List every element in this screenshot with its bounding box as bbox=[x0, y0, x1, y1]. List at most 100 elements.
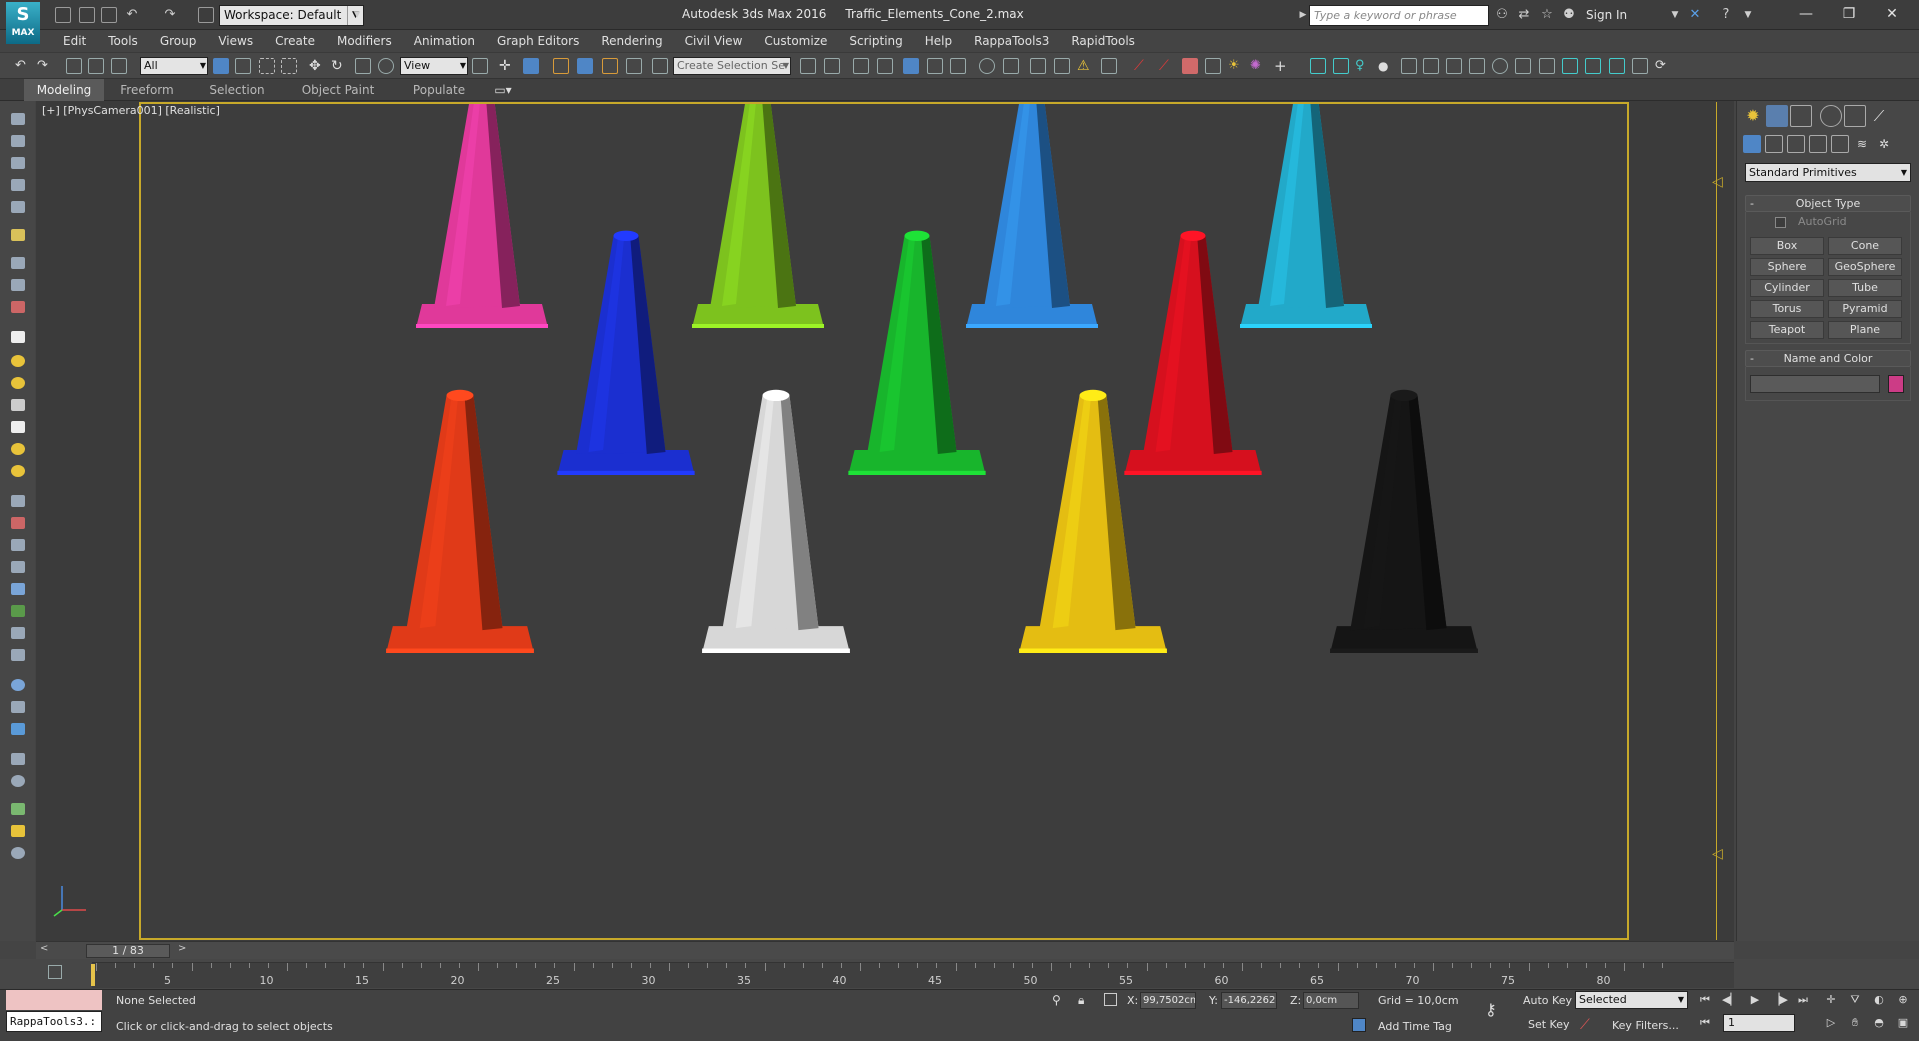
toggle-ribbon-icon[interactable] bbox=[877, 58, 893, 74]
time-next-icon[interactable]: > bbox=[178, 943, 186, 954]
helpers-icon[interactable] bbox=[1831, 135, 1849, 153]
key-mode-dropdown[interactable]: Selected ▼ bbox=[1575, 991, 1688, 1009]
traffic-cone[interactable] bbox=[386, 389, 534, 653]
box-button[interactable]: Box bbox=[1750, 237, 1824, 255]
rapid-tool-8-icon[interactable] bbox=[1469, 58, 1485, 74]
z-coordinate-field[interactable]: 0,0cm bbox=[1303, 992, 1359, 1009]
rotate-icon[interactable]: ↻ bbox=[331, 58, 347, 74]
shapes-icon[interactable] bbox=[1765, 135, 1783, 153]
menu-civil-view[interactable]: Civil View bbox=[674, 30, 754, 52]
material-editor-icon[interactable] bbox=[979, 58, 995, 74]
tube-button[interactable]: Tube bbox=[1828, 279, 1902, 297]
rapid-tool-14-icon[interactable] bbox=[1609, 58, 1625, 74]
left-tool-1-icon[interactable] bbox=[11, 113, 25, 125]
mirror-icon[interactable] bbox=[800, 58, 816, 74]
add-time-tag[interactable]: Add Time Tag bbox=[1378, 1020, 1452, 1033]
spline-tool-2-icon[interactable]: ⟋ bbox=[1159, 58, 1175, 74]
display-tab-icon[interactable] bbox=[1844, 105, 1866, 127]
menu-rendering[interactable]: Rendering bbox=[590, 30, 673, 52]
menu-group[interactable]: Group bbox=[149, 30, 208, 52]
menu-help[interactable]: Help bbox=[914, 30, 963, 52]
motion-tab-icon[interactable] bbox=[1820, 105, 1842, 127]
tab-modeling[interactable]: Modeling bbox=[24, 79, 104, 101]
rapid-tool-15-icon[interactable] bbox=[1632, 58, 1648, 74]
place-icon[interactable] bbox=[378, 58, 394, 74]
left-tool-21-icon[interactable] bbox=[11, 605, 25, 617]
ribbon-options-icon[interactable]: ▭▾ bbox=[488, 79, 518, 101]
pin-tool-icon[interactable] bbox=[1101, 58, 1117, 74]
move-icon[interactable]: ✥ bbox=[309, 58, 325, 74]
sign-in-dropdown-icon[interactable]: ▼ bbox=[1667, 7, 1683, 23]
time-cursor[interactable] bbox=[91, 964, 95, 986]
rapid-tool-5-icon[interactable] bbox=[1401, 58, 1417, 74]
maxscript-listener-input[interactable]: RappaTools3.: bbox=[6, 1011, 102, 1032]
tab-selection[interactable]: Selection bbox=[200, 79, 274, 101]
left-tool-19-icon[interactable] bbox=[11, 561, 25, 573]
add-tool-icon[interactable]: + bbox=[1274, 58, 1290, 74]
lights-icon[interactable] bbox=[1787, 135, 1805, 153]
left-tool-3-icon[interactable] bbox=[11, 157, 25, 169]
traffic-cone[interactable] bbox=[416, 93, 548, 328]
rapid-tool-12-icon[interactable] bbox=[1562, 58, 1578, 74]
menu-modifiers[interactable]: Modifiers bbox=[326, 30, 403, 52]
menu-tools[interactable]: Tools bbox=[97, 30, 149, 52]
minimize-button[interactable]: — bbox=[1791, 4, 1821, 24]
edit-named-selection-icon[interactable] bbox=[652, 58, 668, 74]
play-icon[interactable]: ▶ bbox=[1747, 992, 1763, 1008]
timeline-ruler[interactable]: 5 10 15 20 25 30 35 40 45 50 55 60 65 70 75 80 bbox=[92, 962, 1734, 988]
left-tool-23-icon[interactable] bbox=[11, 649, 25, 661]
geometry-icon[interactable] bbox=[1743, 135, 1761, 153]
align-icon[interactable] bbox=[824, 58, 840, 74]
traffic-cone[interactable] bbox=[1019, 389, 1167, 653]
menu-create[interactable]: Create bbox=[264, 30, 326, 52]
close-button[interactable]: ✕ bbox=[1877, 4, 1907, 24]
set-key-icon[interactable]: ⚷ bbox=[1485, 1000, 1497, 1019]
object-type-rollout-header[interactable]: - Object Type bbox=[1745, 195, 1911, 212]
absolute-mode-icon[interactable] bbox=[1104, 993, 1117, 1006]
sign-in-link[interactable]: Sign In bbox=[1568, 8, 1627, 22]
help-icon[interactable]: ? bbox=[1718, 7, 1734, 23]
systems-icon[interactable]: ✲ bbox=[1875, 135, 1893, 153]
left-tool-9-icon[interactable] bbox=[11, 301, 25, 313]
geosphere-button[interactable]: GeoSphere bbox=[1828, 258, 1902, 276]
left-tool-20-icon[interactable] bbox=[11, 583, 25, 595]
bind-space-warp-icon[interactable] bbox=[111, 58, 127, 74]
select-object-icon[interactable] bbox=[213, 58, 229, 74]
cameras-icon[interactable] bbox=[1809, 135, 1827, 153]
light-tool-icon[interactable]: ☀ bbox=[1228, 58, 1244, 74]
reference-coordinate-dropdown[interactable]: View ▼ bbox=[400, 57, 468, 75]
tab-freeform[interactable]: Freeform bbox=[110, 79, 184, 101]
menu-scripting[interactable]: Scripting bbox=[838, 30, 913, 52]
texture-tool-icon[interactable] bbox=[1182, 58, 1198, 74]
undo-icon[interactable]: ↶ bbox=[124, 7, 140, 23]
save-file-icon[interactable] bbox=[101, 7, 117, 23]
left-tool-18-icon[interactable] bbox=[11, 539, 25, 551]
helper-create-icon[interactable] bbox=[11, 465, 25, 477]
schematic-view-icon[interactable] bbox=[950, 58, 966, 74]
left-tool-22-icon[interactable] bbox=[11, 627, 25, 639]
sphere-create-icon[interactable] bbox=[11, 355, 25, 367]
angle-snap-icon[interactable] bbox=[577, 58, 593, 74]
app-logo[interactable]: S MAX bbox=[6, 2, 40, 44]
left-tool-5-icon[interactable] bbox=[11, 201, 25, 213]
undo-icon[interactable]: ↶ bbox=[15, 58, 31, 74]
left-tool-27-icon[interactable] bbox=[11, 753, 25, 765]
curve-editor-icon[interactable] bbox=[927, 58, 943, 74]
default-in-out-tangent-icon[interactable]: ⟋ bbox=[1580, 1017, 1590, 1033]
restore-button[interactable]: ❐ bbox=[1834, 4, 1864, 24]
left-tool-30-icon[interactable] bbox=[11, 825, 25, 837]
menu-rappatools3[interactable]: RappaTools3 bbox=[963, 30, 1060, 52]
object-category-dropdown[interactable]: Standard Primitives ▼ bbox=[1745, 163, 1911, 182]
help-dropdown-icon[interactable]: ▼ bbox=[1740, 7, 1756, 23]
rapid-tool-3-icon[interactable]: ♀ bbox=[1355, 58, 1371, 74]
favorites-star-icon[interactable]: ☆ bbox=[1539, 7, 1555, 23]
left-tool-26-icon[interactable] bbox=[11, 723, 25, 735]
window-crossing-icon[interactable] bbox=[281, 58, 297, 74]
render-setup-icon[interactable] bbox=[1003, 58, 1019, 74]
named-selection-set-input[interactable]: Create Selection Se ▼ bbox=[673, 57, 791, 75]
left-tool-2-icon[interactable] bbox=[11, 135, 25, 147]
orbit-camera-icon[interactable]: ◓ bbox=[1871, 1015, 1887, 1031]
cone-create-icon[interactable] bbox=[11, 421, 25, 433]
menu-rapidtools[interactable]: RapidTools bbox=[1060, 30, 1146, 52]
rapid-tool-2-icon[interactable] bbox=[1333, 58, 1349, 74]
